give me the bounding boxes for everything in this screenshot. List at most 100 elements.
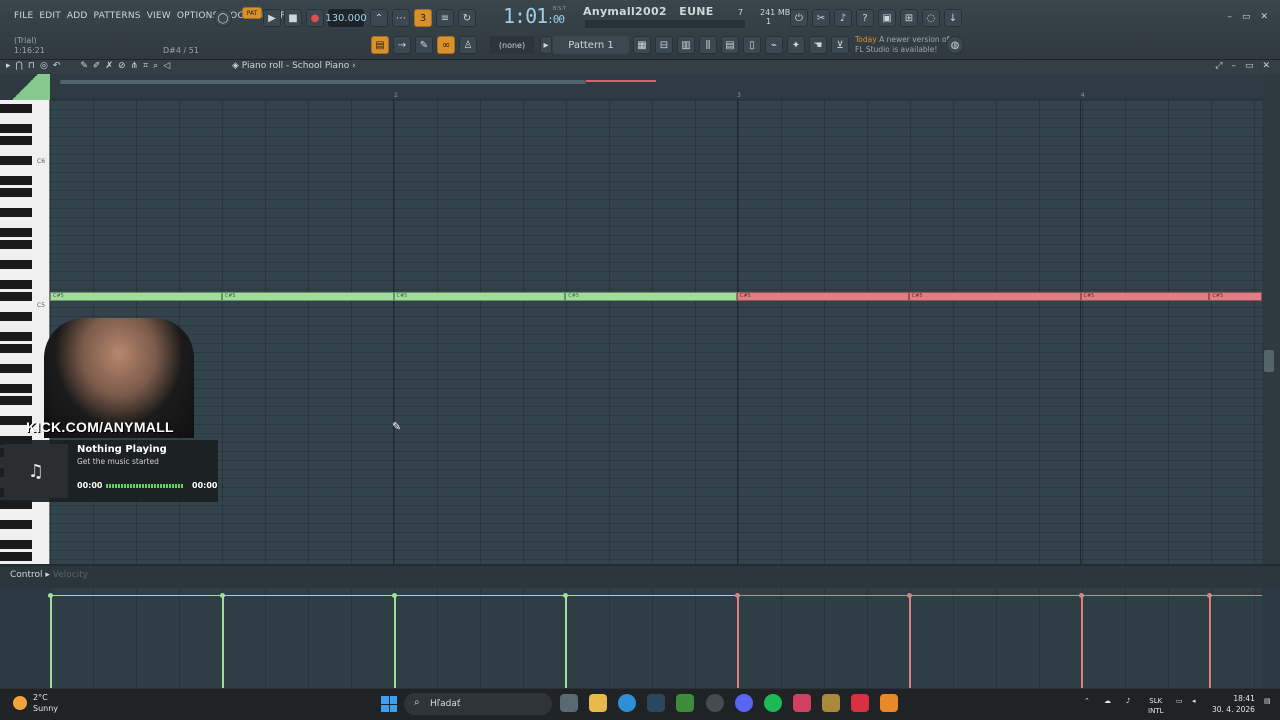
pr-detach-icon[interactable]: ⤢ [1215, 61, 1222, 71]
velocity-bar[interactable] [50, 596, 52, 688]
minimize-icon[interactable]: – [1227, 12, 1232, 22]
record-icon[interactable]: ● [306, 9, 324, 27]
black-key[interactable] [0, 552, 32, 561]
velocity-bar[interactable] [221, 596, 224, 688]
news-panel[interactable]: Today A newer version of FL Studio is av… [855, 35, 949, 55]
black-key[interactable] [0, 208, 32, 217]
task-view-icon[interactable] [560, 694, 578, 712]
black-key[interactable] [0, 124, 32, 133]
control-label[interactable]: Control ▸ Velocity [10, 570, 88, 580]
globe-icon[interactable]: ◍ [946, 36, 964, 54]
close-icon[interactable]: ✕ [1260, 12, 1268, 22]
metronome-icon[interactable]: ⌃ [370, 9, 388, 27]
note-green[interactable]: C#5 [565, 292, 737, 301]
touch-icon[interactable]: ☚ [809, 36, 827, 54]
black-key[interactable] [0, 228, 32, 237]
vertical-scrollbar[interactable] [1262, 74, 1280, 564]
riot-icon[interactable] [793, 694, 811, 712]
pr-close-icon[interactable]: ✕ [1262, 61, 1270, 71]
arrow-icon[interactable]: → [393, 36, 411, 54]
fl-studio-icon[interactable] [880, 694, 898, 712]
brush-icon[interactable]: ✎ [415, 36, 433, 54]
velocity-bar[interactable] [1209, 596, 1212, 688]
edge-icon[interactable] [618, 694, 636, 712]
black-key[interactable] [0, 104, 32, 113]
tray-cloud-icon[interactable]: ☁ [1104, 696, 1111, 706]
notification-icon[interactable]: ▤ [1264, 696, 1271, 706]
windows-start-icon[interactable] [381, 696, 397, 712]
menu-arrow-icon[interactable]: ▸ [6, 61, 11, 71]
slice-icon[interactable]: ⋔ [131, 61, 139, 71]
black-key[interactable] [0, 156, 32, 165]
velocity-bar[interactable] [908, 596, 911, 688]
volume-icon[interactable]: ◂ [1192, 696, 1196, 706]
league-icon[interactable] [822, 694, 840, 712]
note-red[interactable]: C#5 [908, 292, 1081, 301]
file-explorer-icon[interactable] [589, 694, 607, 712]
snap-select[interactable]: (none) [490, 36, 534, 54]
delete-icon[interactable]: ✗ [105, 61, 113, 71]
playlist-icon[interactable]: ▤ [371, 36, 389, 54]
black-key[interactable] [0, 136, 32, 145]
pattern-prev-icon[interactable]: ▸ [540, 36, 552, 54]
note-red[interactable]: C#5 [737, 292, 909, 301]
piano-roll-title[interactable]: ◈ Piano roll - School Piano › [232, 61, 356, 71]
network-icon[interactable]: ▭ [1176, 696, 1183, 706]
menu-edit[interactable]: EDIT [39, 11, 61, 21]
menu-file[interactable]: FILE [14, 11, 33, 21]
tempo-display[interactable]: 130.000 [325, 9, 367, 27]
plugin-icon[interactable]: ⊞ [900, 9, 918, 27]
velocity-bar[interactable] [1080, 596, 1083, 688]
step-edit-icon[interactable]: ≡ [436, 9, 454, 27]
black-key[interactable] [0, 280, 32, 289]
vertical-scroll-thumb[interactable] [1264, 350, 1274, 372]
cut-icon[interactable]: ✂ [812, 9, 830, 27]
maximize-icon[interactable]: ▭ [1242, 12, 1251, 22]
wait-input-icon[interactable]: ⋯ [392, 9, 410, 27]
playback-icon[interactable]: ◁ [163, 61, 170, 71]
horizontal-scrollbar[interactable] [60, 80, 586, 84]
pr-minimize-icon[interactable]: – [1231, 61, 1236, 71]
undo-icon[interactable]: ↶ [53, 61, 61, 71]
select-icon[interactable]: ⌗ [143, 61, 148, 71]
github-icon[interactable] [706, 694, 724, 712]
discord-icon[interactable] [735, 694, 753, 712]
weather-widget[interactable]: 2°C Sunny [33, 692, 58, 714]
tools-icon[interactable]: ✦ [787, 36, 805, 54]
mixer-icon[interactable]: ⫼ [699, 36, 717, 54]
master-volume-knob-icon[interactable]: ◯ [214, 9, 232, 27]
black-key[interactable] [0, 176, 32, 185]
paint-icon[interactable]: ✐ [93, 61, 101, 71]
countdown-icon[interactable]: 3 [414, 9, 432, 27]
power-icon[interactable]: ⏻ [790, 9, 808, 27]
pattern-selector[interactable]: Pattern 1 [553, 36, 629, 54]
black-key[interactable] [0, 260, 32, 269]
note-red[interactable]: C#5 [1209, 292, 1262, 301]
spotify-icon[interactable] [764, 694, 782, 712]
note-red[interactable]: C#5 [1080, 292, 1210, 301]
snap-icon[interactable]: ⊓ [28, 61, 35, 71]
note-green[interactable]: C#5 [221, 292, 394, 301]
zoom-icon[interactable]: ⌕ [153, 61, 158, 71]
steam-icon[interactable] [647, 694, 665, 712]
piano-roll-view-icon[interactable]: ⊟ [655, 36, 673, 54]
velocity-bar[interactable] [565, 596, 568, 688]
tray-expand-icon[interactable]: ⌃ [1084, 696, 1090, 706]
channel-rack-icon[interactable]: ▥ [677, 36, 695, 54]
chat-icon[interactable]: ◌ [922, 9, 940, 27]
menu-add[interactable]: ADD [67, 11, 88, 21]
taskbar-search[interactable]: ⌕ Hľadať [404, 693, 552, 715]
save-icon[interactable]: ▣ [878, 9, 896, 27]
plugin-database-icon[interactable]: ▯ [743, 36, 761, 54]
magnet-icon[interactable]: ⋂ [16, 61, 23, 71]
weather-sun-icon[interactable] [13, 696, 27, 710]
help-icon[interactable]: ? [856, 9, 874, 27]
game-launcher-icon[interactable] [676, 694, 694, 712]
menu-options[interactable]: OPTIONS [177, 11, 219, 21]
valorant-icon[interactable] [851, 694, 869, 712]
play-pattern-icon[interactable]: ◎ [40, 61, 48, 71]
link-icon[interactable]: ∞ [437, 36, 455, 54]
velocity-lane[interactable] [48, 588, 1262, 688]
download-icon[interactable]: ↓ [944, 9, 962, 27]
black-key[interactable] [0, 240, 32, 249]
